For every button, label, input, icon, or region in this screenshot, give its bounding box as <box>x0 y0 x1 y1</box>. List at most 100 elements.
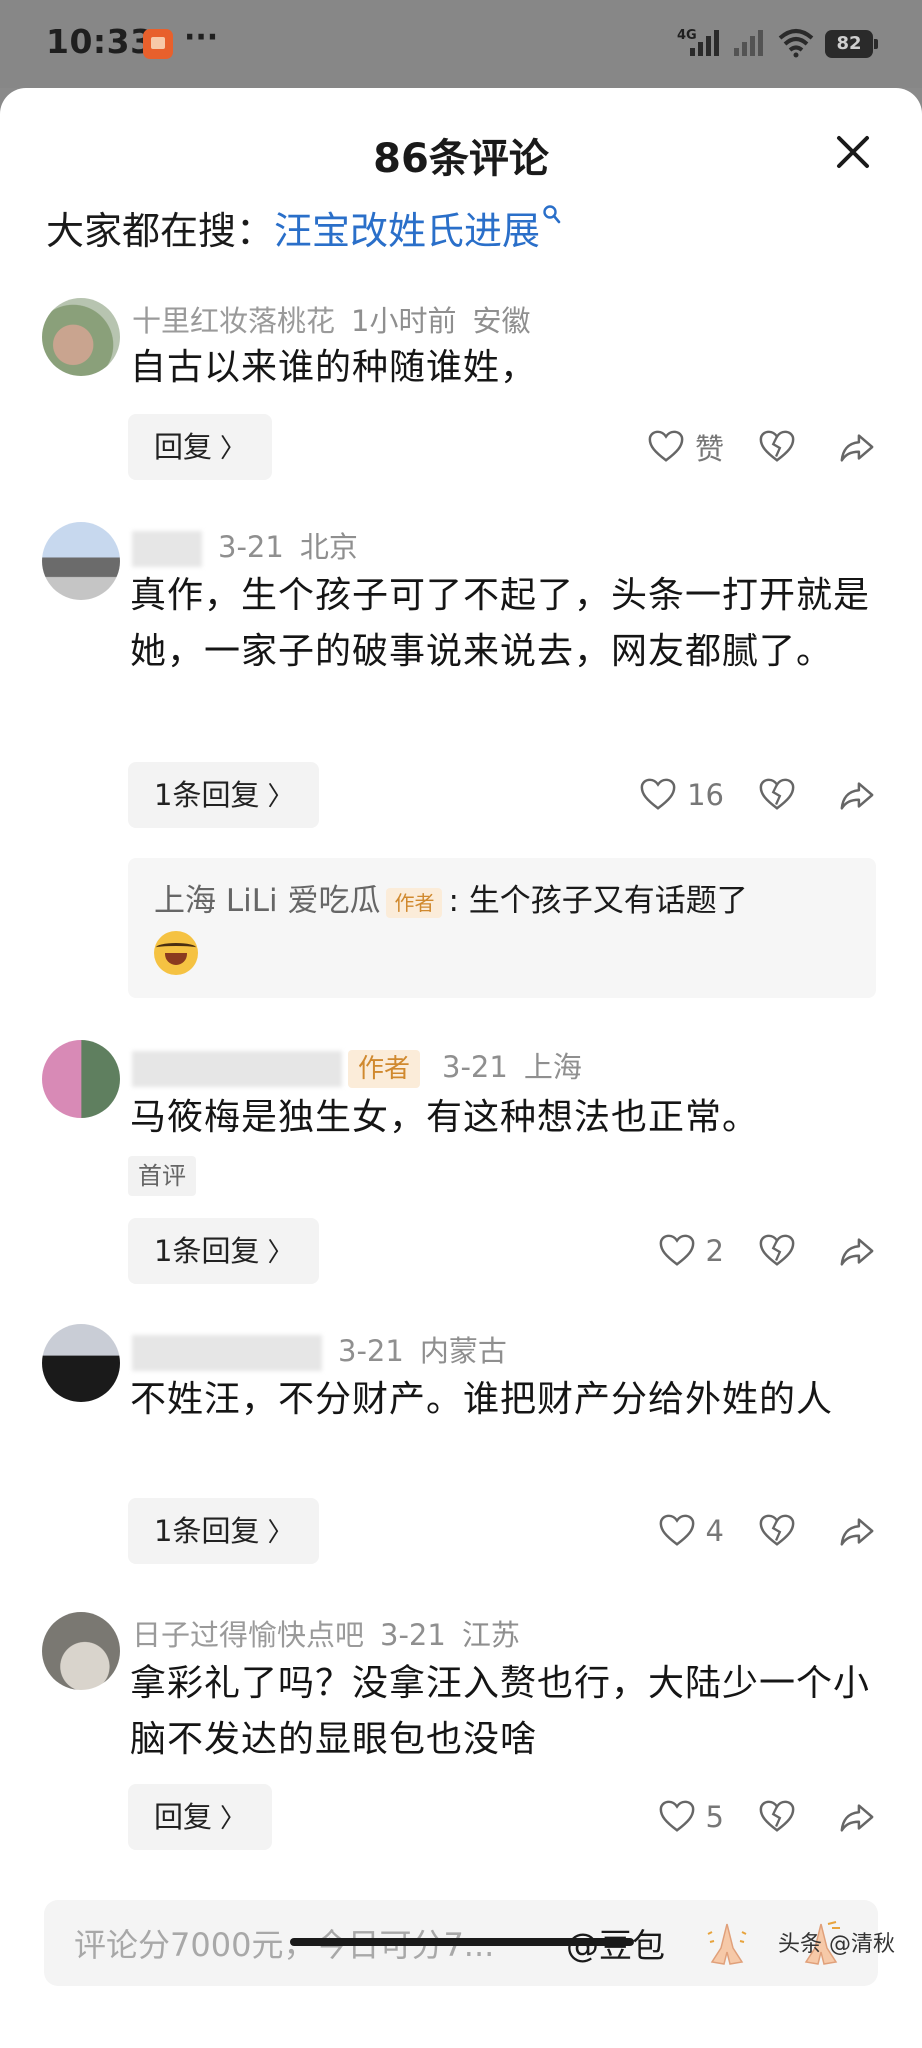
heart-icon <box>648 430 684 462</box>
share-icon[interactable] <box>838 1232 876 1270</box>
avatar[interactable] <box>42 1324 120 1402</box>
like-button[interactable]: 赞 <box>647 426 724 468</box>
comment-text: 自古以来谁的种随谁姓， <box>130 347 538 388</box>
author-badge: 作者 <box>348 1050 421 1088</box>
sheet-title: 86条评论 <box>373 136 549 182</box>
chevron-right-icon: 〉 <box>220 1804 247 1834</box>
status-bar: 10:33 ··· 4G 82 <box>0 0 922 88</box>
blurred-author-name <box>132 1335 322 1371</box>
chevron-right-icon: 〉 <box>220 434 247 464</box>
avatar[interactable] <box>42 1040 120 1118</box>
view-replies-button[interactable]: 1条回复〉 <box>128 1498 320 1564</box>
chevron-right-icon: 〉 <box>267 782 294 812</box>
comment-text: 真作，生个孩子可了不起了，头条一打开就是她，一家子的破事说来说去，网友都腻了。 <box>130 575 871 672</box>
share-icon[interactable] <box>838 1512 876 1550</box>
first-comment-badge: 首评 <box>128 1156 196 1196</box>
heart-icon <box>659 1800 694 1832</box>
reply-button-label: 1条回复 <box>154 1514 260 1548</box>
comment-text: 不姓汪，不分财产。谁把财产分给外姓的人 <box>130 1379 834 1420</box>
avatar[interactable] <box>42 298 120 376</box>
reply-button[interactable]: 回复〉 <box>128 1784 273 1850</box>
reply-button-label: 1条回复 <box>154 778 260 812</box>
heart-icon <box>659 1514 694 1546</box>
signal-icon <box>690 30 719 56</box>
praying-hands-emoji-icon[interactable] <box>702 1918 752 1968</box>
comment-actions: 5 <box>658 1784 876 1850</box>
comment-text: 拿彩礼了吗？没拿汪入赘也行，大陆少一个小脑不发达的显眼包也没啥 <box>130 1663 871 1760</box>
like-button[interactable]: 5 <box>658 1798 724 1836</box>
avatar[interactable] <box>42 1612 120 1690</box>
comment-meta: 作者 3-21 上海 <box>132 1044 582 1088</box>
comment-location: 安徽 <box>472 304 531 338</box>
battery-indicator: 82 <box>825 30 878 58</box>
dislike-icon[interactable] <box>758 776 796 814</box>
like-button[interactable]: 2 <box>658 1232 724 1270</box>
comment-time: 3-21 <box>218 530 284 564</box>
share-icon[interactable] <box>838 428 876 466</box>
comment-time: 1小时前 <box>351 304 457 338</box>
like-count: 2 <box>705 1234 724 1268</box>
comment-actions: 2 <box>658 1218 876 1284</box>
blurred-author-name <box>132 531 202 567</box>
reply-text: 生个孩子又有话题了 <box>468 883 748 919</box>
dislike-icon[interactable] <box>758 428 796 466</box>
author-badge: 作者 <box>386 887 443 918</box>
watermark: 头条 @清秋 <box>778 1932 895 1957</box>
comment-actions: 赞 <box>647 414 876 480</box>
comment-time: 3-21 <box>442 1050 508 1084</box>
comment-location: 上海 <box>523 1050 582 1084</box>
view-replies-button[interactable]: 1条回复〉 <box>128 762 320 828</box>
blurred-author-name <box>132 1051 342 1087</box>
comment-text: 马筱梅是独生女，有这种想法也正常。 <box>130 1097 760 1138</box>
avatar[interactable] <box>42 522 120 600</box>
reply-button-label: 1条回复 <box>154 1234 260 1268</box>
trending-search-link[interactable]: 汪宝改姓氏进展 <box>274 209 540 253</box>
trending-search-label: 大家都在搜： <box>46 209 275 253</box>
comment-meta: 3-21 内蒙古 <box>132 1328 507 1371</box>
laughing-crying-emoji-icon <box>154 930 198 975</box>
like-label: 赞 <box>694 432 724 466</box>
heart-icon <box>640 778 676 810</box>
comments-sheet: 86条评论 大家都在搜：汪宝改姓氏进展 十里红妆落桃花 1小时前 安徽 自古以来谁的… <box>0 88 922 2048</box>
dislike-icon[interactable] <box>758 1512 796 1550</box>
reply-button[interactable]: 回复〉 <box>128 414 273 480</box>
comment-author[interactable]: 日子过得愉快点吧 <box>132 1618 364 1652</box>
status-time: 10:33 <box>46 22 154 61</box>
home-indicator[interactable] <box>290 1938 634 1946</box>
app-notification-icon <box>143 29 173 59</box>
share-icon[interactable] <box>838 776 876 814</box>
wifi-icon <box>778 29 814 58</box>
comment-actions: 4 <box>658 1498 876 1564</box>
dislike-icon[interactable] <box>758 1232 796 1270</box>
comment-actions: 16 <box>639 762 876 828</box>
signal-2-icon <box>734 30 763 56</box>
share-icon[interactable] <box>838 1798 876 1836</box>
like-button[interactable]: 16 <box>639 776 724 814</box>
chevron-right-icon: 〉 <box>267 1238 294 1268</box>
reply-author[interactable]: 上海 LiLi 爱吃瓜 <box>154 883 380 919</box>
like-count: 4 <box>705 1514 724 1548</box>
author-reply-preview[interactable]: 上海 LiLi 爱吃瓜 作者: 生个孩子又有话题了 <box>128 858 876 998</box>
reply-button-label: 回复 <box>154 430 213 464</box>
search-icon <box>543 205 561 224</box>
close-icon[interactable] <box>829 128 877 176</box>
comment-location: 北京 <box>299 530 358 564</box>
view-replies-button[interactable]: 1条回复〉 <box>128 1218 320 1284</box>
dislike-icon[interactable] <box>758 1798 796 1836</box>
comment-location: 内蒙古 <box>419 1334 507 1368</box>
chevron-right-icon: 〉 <box>267 1518 294 1548</box>
comment-location: 江苏 <box>461 1618 520 1652</box>
comment-time: 3-21 <box>338 1334 404 1368</box>
like-button[interactable]: 4 <box>658 1512 724 1550</box>
comment-meta: 日子过得愉快点吧 3-21 江苏 <box>132 1612 520 1654</box>
like-count: 16 <box>687 778 724 812</box>
heart-icon <box>659 1234 694 1266</box>
comment-author[interactable]: 十里红妆落桃花 <box>132 304 335 338</box>
comment-meta: 十里红妆落桃花 1小时前 安徽 <box>132 298 530 340</box>
comment-meta: 3-21 北京 <box>132 524 358 567</box>
trending-search: 大家都在搜：汪宝改姓氏进展 <box>46 200 562 255</box>
more-notifications-icon: ··· <box>184 20 219 55</box>
like-count: 5 <box>705 1800 724 1834</box>
comment-time: 3-21 <box>380 1618 446 1652</box>
reply-button-label: 回复 <box>154 1800 213 1834</box>
